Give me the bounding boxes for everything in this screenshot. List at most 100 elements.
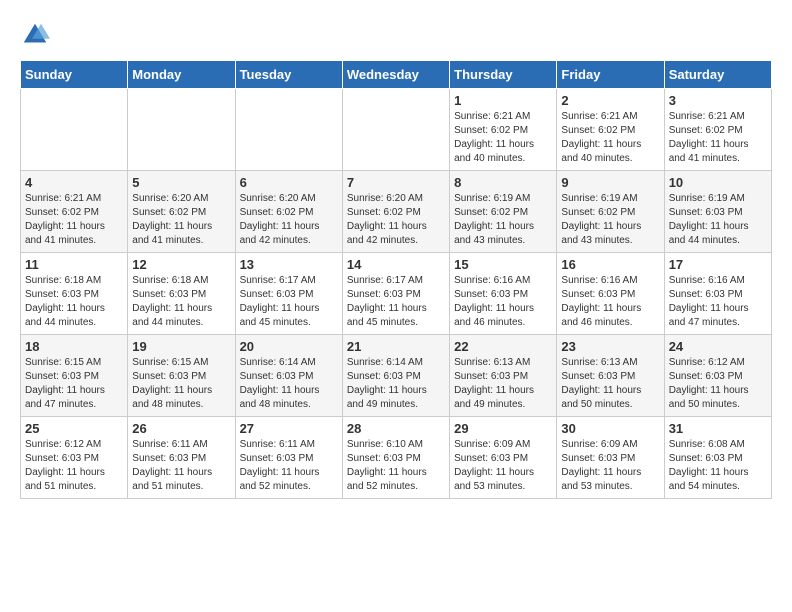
day-cell: 14 Sunrise: 6:17 AM Sunset: 6:03 PM Dayli… bbox=[342, 253, 449, 335]
day-info: Sunrise: 6:11 AM Sunset: 6:03 PM Dayligh… bbox=[240, 438, 338, 494]
day-number: 27 bbox=[240, 421, 338, 436]
day-cell: 4 Sunrise: 6:21 AM Sunset: 6:02 PM Daylig… bbox=[21, 171, 128, 253]
week-row-5: 25 Sunrise: 6:12 AM Sunset: 6:03 PM Dayli… bbox=[21, 417, 772, 499]
day-info: Sunrise: 6:08 AM Sunset: 6:03 PM Dayligh… bbox=[669, 438, 767, 494]
day-cell bbox=[21, 89, 128, 171]
header bbox=[20, 20, 772, 50]
day-cell: 29 Sunrise: 6:09 AM Sunset: 6:03 PM Dayli… bbox=[450, 417, 557, 499]
day-info: Sunrise: 6:17 AM Sunset: 6:03 PM Dayligh… bbox=[240, 274, 338, 330]
day-cell: 9 Sunrise: 6:19 AM Sunset: 6:02 PM Daylig… bbox=[557, 171, 664, 253]
day-number: 20 bbox=[240, 339, 338, 354]
header-cell-thursday: Thursday bbox=[450, 61, 557, 89]
day-number: 9 bbox=[561, 175, 659, 190]
day-cell: 23 Sunrise: 6:13 AM Sunset: 6:03 PM Dayli… bbox=[557, 335, 664, 417]
week-row-3: 11 Sunrise: 6:18 AM Sunset: 6:03 PM Dayli… bbox=[21, 253, 772, 335]
day-number: 22 bbox=[454, 339, 552, 354]
day-number: 25 bbox=[25, 421, 123, 436]
day-info: Sunrise: 6:12 AM Sunset: 6:03 PM Dayligh… bbox=[25, 438, 123, 494]
day-info: Sunrise: 6:19 AM Sunset: 6:02 PM Dayligh… bbox=[561, 192, 659, 248]
day-number: 16 bbox=[561, 257, 659, 272]
day-info: Sunrise: 6:18 AM Sunset: 6:03 PM Dayligh… bbox=[132, 274, 230, 330]
day-info: Sunrise: 6:16 AM Sunset: 6:03 PM Dayligh… bbox=[454, 274, 552, 330]
day-cell bbox=[235, 89, 342, 171]
day-number: 12 bbox=[132, 257, 230, 272]
day-info: Sunrise: 6:13 AM Sunset: 6:03 PM Dayligh… bbox=[561, 356, 659, 412]
day-number: 17 bbox=[669, 257, 767, 272]
day-number: 5 bbox=[132, 175, 230, 190]
header-cell-monday: Monday bbox=[128, 61, 235, 89]
day-info: Sunrise: 6:21 AM Sunset: 6:02 PM Dayligh… bbox=[25, 192, 123, 248]
day-cell: 6 Sunrise: 6:20 AM Sunset: 6:02 PM Daylig… bbox=[235, 171, 342, 253]
day-number: 23 bbox=[561, 339, 659, 354]
day-cell: 8Sunrise: 6:19 AM Sunset: 6:02 PM Daylig… bbox=[450, 171, 557, 253]
day-cell: 22 Sunrise: 6:13 AM Sunset: 6:03 PM Dayli… bbox=[450, 335, 557, 417]
day-number: 14 bbox=[347, 257, 445, 272]
day-info: Sunrise: 6:17 AM Sunset: 6:03 PM Dayligh… bbox=[347, 274, 445, 330]
day-cell: 16 Sunrise: 6:16 AM Sunset: 6:03 PM Dayli… bbox=[557, 253, 664, 335]
day-cell: 21Sunrise: 6:14 AM Sunset: 6:03 PM Dayli… bbox=[342, 335, 449, 417]
day-number: 19 bbox=[132, 339, 230, 354]
day-number: 4 bbox=[25, 175, 123, 190]
day-number: 3 bbox=[669, 93, 767, 108]
day-cell bbox=[342, 89, 449, 171]
day-number: 2 bbox=[561, 93, 659, 108]
header-cell-wednesday: Wednesday bbox=[342, 61, 449, 89]
day-cell: 12 Sunrise: 6:18 AM Sunset: 6:03 PM Dayli… bbox=[128, 253, 235, 335]
day-number: 28 bbox=[347, 421, 445, 436]
day-cell: 11 Sunrise: 6:18 AM Sunset: 6:03 PM Dayli… bbox=[21, 253, 128, 335]
week-row-1: 1Sunrise: 6:21 AM Sunset: 6:02 PM Daylig… bbox=[21, 89, 772, 171]
day-info: Sunrise: 6:16 AM Sunset: 6:03 PM Dayligh… bbox=[669, 274, 767, 330]
day-cell: 24 Sunrise: 6:12 AM Sunset: 6:03 PM Dayli… bbox=[664, 335, 771, 417]
day-info: Sunrise: 6:14 AM Sunset: 6:03 PM Dayligh… bbox=[347, 356, 445, 412]
day-cell: 31 Sunrise: 6:08 AM Sunset: 6:03 PM Dayli… bbox=[664, 417, 771, 499]
day-number: 13 bbox=[240, 257, 338, 272]
header-cell-saturday: Saturday bbox=[664, 61, 771, 89]
day-number: 15 bbox=[454, 257, 552, 272]
week-row-4: 18 Sunrise: 6:15 AM Sunset: 6:03 PM Dayli… bbox=[21, 335, 772, 417]
day-info: Sunrise: 6:21 AM Sunset: 6:02 PM Dayligh… bbox=[669, 110, 767, 166]
day-cell: 5 Sunrise: 6:20 AM Sunset: 6:02 PM Daylig… bbox=[128, 171, 235, 253]
day-info: Sunrise: 6:20 AM Sunset: 6:02 PM Dayligh… bbox=[132, 192, 230, 248]
day-number: 8 bbox=[454, 175, 552, 190]
day-cell bbox=[128, 89, 235, 171]
day-number: 6 bbox=[240, 175, 338, 190]
day-number: 31 bbox=[669, 421, 767, 436]
day-cell: 20 Sunrise: 6:14 AM Sunset: 6:03 PM Dayli… bbox=[235, 335, 342, 417]
day-number: 24 bbox=[669, 339, 767, 354]
header-cell-tuesday: Tuesday bbox=[235, 61, 342, 89]
day-info: Sunrise: 6:13 AM Sunset: 6:03 PM Dayligh… bbox=[454, 356, 552, 412]
header-cell-sunday: Sunday bbox=[21, 61, 128, 89]
day-cell: 25 Sunrise: 6:12 AM Sunset: 6:03 PM Dayli… bbox=[21, 417, 128, 499]
day-cell: 7Sunrise: 6:20 AM Sunset: 6:02 PM Daylig… bbox=[342, 171, 449, 253]
day-info: Sunrise: 6:11 AM Sunset: 6:03 PM Dayligh… bbox=[132, 438, 230, 494]
day-cell: 28 Sunrise: 6:10 AM Sunset: 6:03 PM Dayli… bbox=[342, 417, 449, 499]
day-info: Sunrise: 6:20 AM Sunset: 6:02 PM Dayligh… bbox=[240, 192, 338, 248]
day-info: Sunrise: 6:16 AM Sunset: 6:03 PM Dayligh… bbox=[561, 274, 659, 330]
day-info: Sunrise: 6:09 AM Sunset: 6:03 PM Dayligh… bbox=[561, 438, 659, 494]
header-cell-friday: Friday bbox=[557, 61, 664, 89]
day-number: 26 bbox=[132, 421, 230, 436]
day-info: Sunrise: 6:15 AM Sunset: 6:03 PM Dayligh… bbox=[132, 356, 230, 412]
day-number: 18 bbox=[25, 339, 123, 354]
day-number: 11 bbox=[25, 257, 123, 272]
day-cell: 17 Sunrise: 6:16 AM Sunset: 6:03 PM Dayli… bbox=[664, 253, 771, 335]
day-number: 29 bbox=[454, 421, 552, 436]
day-cell: 27 Sunrise: 6:11 AM Sunset: 6:03 PM Dayli… bbox=[235, 417, 342, 499]
day-cell: 18 Sunrise: 6:15 AM Sunset: 6:03 PM Dayli… bbox=[21, 335, 128, 417]
day-number: 7 bbox=[347, 175, 445, 190]
day-info: Sunrise: 6:10 AM Sunset: 6:03 PM Dayligh… bbox=[347, 438, 445, 494]
day-info: Sunrise: 6:14 AM Sunset: 6:03 PM Dayligh… bbox=[240, 356, 338, 412]
day-cell: 13 Sunrise: 6:17 AM Sunset: 6:03 PM Dayli… bbox=[235, 253, 342, 335]
day-info: Sunrise: 6:18 AM Sunset: 6:03 PM Dayligh… bbox=[25, 274, 123, 330]
day-cell: 19 Sunrise: 6:15 AM Sunset: 6:03 PM Dayli… bbox=[128, 335, 235, 417]
day-cell: 1Sunrise: 6:21 AM Sunset: 6:02 PM Daylig… bbox=[450, 89, 557, 171]
day-cell: 26 Sunrise: 6:11 AM Sunset: 6:03 PM Dayli… bbox=[128, 417, 235, 499]
day-info: Sunrise: 6:15 AM Sunset: 6:03 PM Dayligh… bbox=[25, 356, 123, 412]
day-info: Sunrise: 6:19 AM Sunset: 6:03 PM Dayligh… bbox=[669, 192, 767, 248]
day-cell: 30Sunrise: 6:09 AM Sunset: 6:03 PM Dayli… bbox=[557, 417, 664, 499]
logo-icon bbox=[20, 20, 50, 50]
day-info: Sunrise: 6:12 AM Sunset: 6:03 PM Dayligh… bbox=[669, 356, 767, 412]
day-info: Sunrise: 6:09 AM Sunset: 6:03 PM Dayligh… bbox=[454, 438, 552, 494]
logo bbox=[20, 20, 54, 50]
day-info: Sunrise: 6:21 AM Sunset: 6:02 PM Dayligh… bbox=[561, 110, 659, 166]
